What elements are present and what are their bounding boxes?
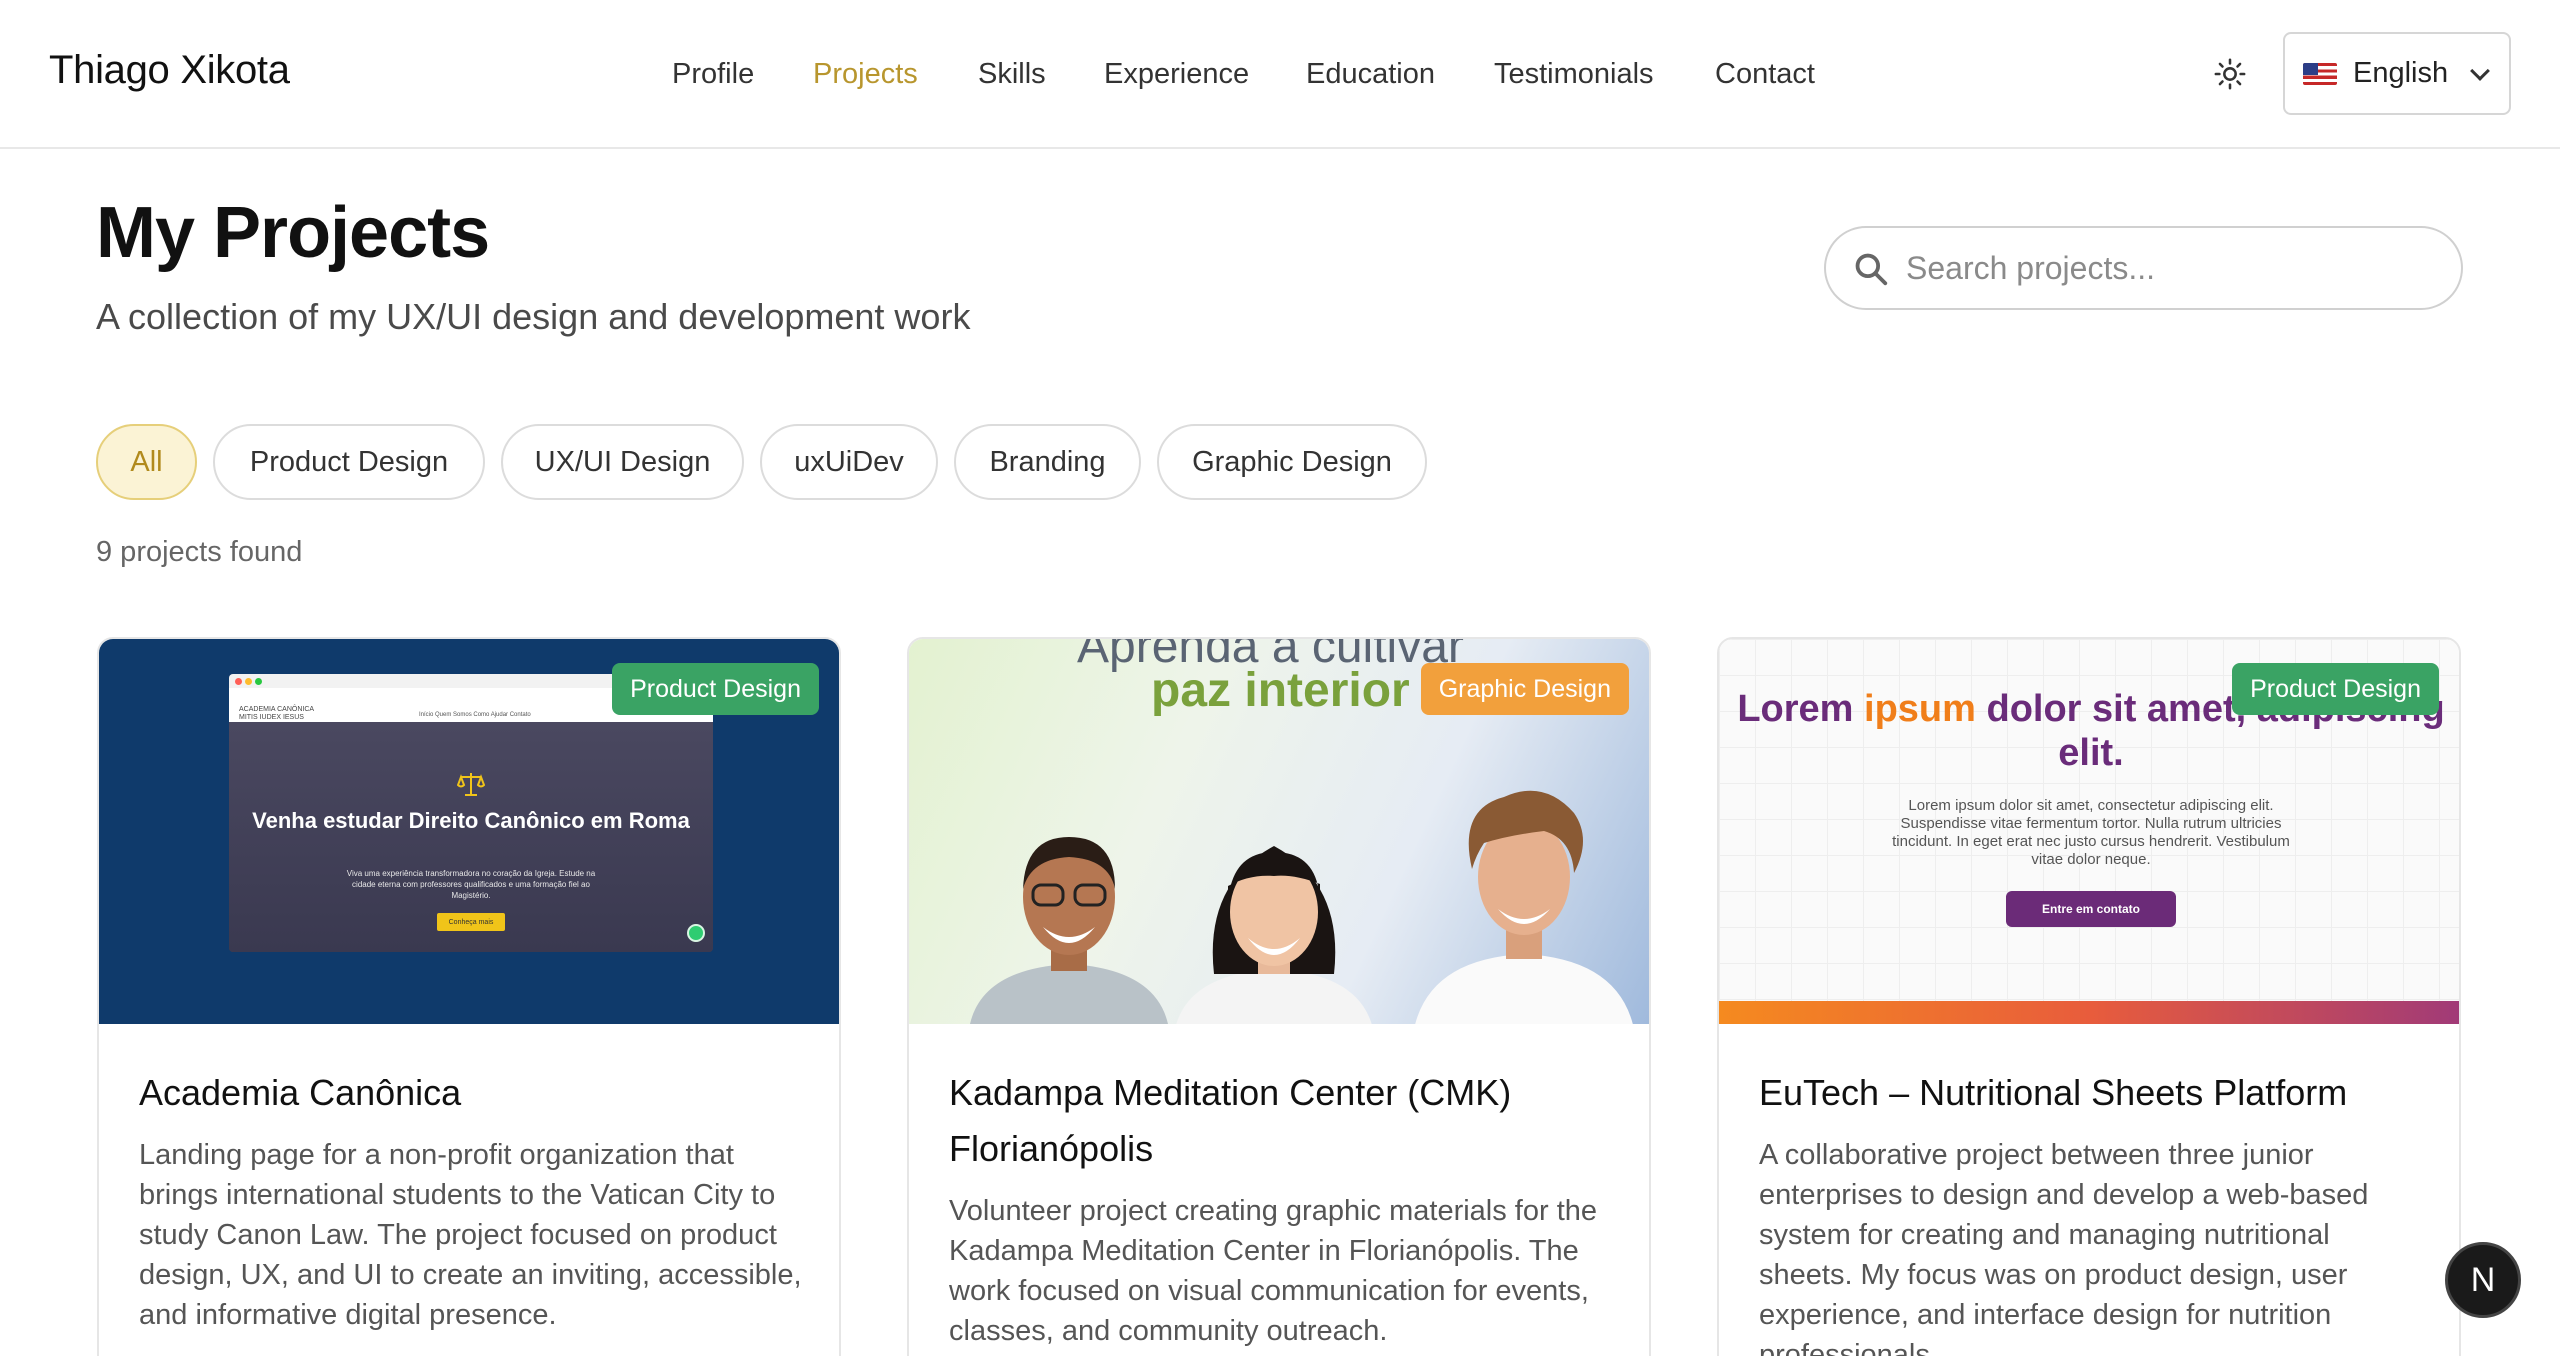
scales-icon <box>457 773 485 796</box>
project-thumbnail: Aprenda a cultivar paz interior Graphic … <box>909 639 1649 1024</box>
language-label: English <box>2353 57 2449 89</box>
filter-branding[interactable]: Branding <box>954 424 1141 500</box>
project-description: Landing page for a non-profit organizati… <box>139 1139 802 1331</box>
preview-heading: Venha estudar Direito Canônico em Roma <box>252 808 690 833</box>
person-photo <box>970 837 1168 1024</box>
nav-item-testimonials[interactable]: Testimonials <box>1494 58 1654 91</box>
category-badge: Product Design <box>2232 663 2439 715</box>
filter-graphic-design[interactable]: Graphic Design <box>1157 424 1427 500</box>
project-card-academia-canonica[interactable]: ACADEMIA CANÔNICA MITIS IUDEX IESUS Iníc… <box>97 637 841 1356</box>
filter-product-design[interactable]: Product Design <box>213 424 485 500</box>
preview-button: Entre em contato <box>2006 891 2176 927</box>
chevron-down-icon <box>2470 61 2490 81</box>
main-nav: Profile Projects Skills Experience Educa… <box>0 0 2560 149</box>
project-thumbnail: Lorem ipsum dolor sit amet, adipiscing e… <box>1719 639 2459 1024</box>
project-thumbnail: ACADEMIA CANÔNICA MITIS IUDEX IESUS Iníc… <box>99 639 839 1024</box>
person-photo <box>1176 846 1372 1024</box>
filter-uxuidev[interactable]: uxUiDev <box>760 424 938 500</box>
project-title: Kadampa Meditation Center (CMK) Florianó… <box>949 1072 1512 1169</box>
project-card-eutech[interactable]: Lorem ipsum dolor sit amet, adipiscing e… <box>1717 637 2461 1356</box>
results-count: 9 projects found <box>96 536 303 568</box>
project-description: A collaborative project between three ju… <box>1759 1139 2369 1356</box>
site-header: Thiago Xikota Profile Projects Skills Ex… <box>0 0 2560 149</box>
page-title: My Projects <box>96 193 490 273</box>
filter-all[interactable]: All <box>96 424 197 500</box>
project-title: Academia Canônica <box>139 1072 462 1113</box>
us-flag-icon <box>2303 62 2337 85</box>
search-input[interactable] <box>1906 249 2426 287</box>
nav-item-contact[interactable]: Contact <box>1715 58 1815 91</box>
page-subtitle: A collection of my UX/UI design and deve… <box>96 296 971 337</box>
sun-icon <box>2214 58 2246 90</box>
nav-item-profile[interactable]: Profile <box>672 58 754 91</box>
person-photo <box>1415 790 1633 1024</box>
filter-ux-ui-design[interactable]: UX/UI Design <box>501 424 744 500</box>
nav-item-experience[interactable]: Experience <box>1104 58 1249 91</box>
preview-button: Conheça mais <box>437 913 505 931</box>
preview-gradient-strip <box>1719 1001 2459 1024</box>
search-icon <box>1852 250 1890 288</box>
preview-logo: ACADEMIA CANÔNICA MITIS IUDEX IESUS <box>239 706 315 721</box>
project-title: EuTech – Nutritional Sheets Platform <box>1759 1072 2348 1113</box>
preview-nav-links: Início Quem Somos Como Ajudar Contato <box>419 712 531 718</box>
preview-text: Lorem ipsum dolor sit amet, consectetur … <box>1892 797 2290 868</box>
whatsapp-icon <box>687 924 705 942</box>
nextjs-dev-button[interactable]: N <box>2445 1242 2521 1318</box>
nav-item-projects[interactable]: Projects <box>813 58 918 91</box>
category-badge: Graphic Design <box>1420 663 1629 715</box>
nav-item-education[interactable]: Education <box>1306 58 1435 91</box>
search-box <box>1824 226 2463 310</box>
project-card-kadampa[interactable]: Aprenda a cultivar paz interior Graphic … <box>907 637 1651 1356</box>
theme-toggle-button[interactable] <box>2208 52 2252 96</box>
project-description: Volunteer project creating graphic mater… <box>949 1195 1598 1347</box>
website-preview: ACADEMIA CANÔNICA MITIS IUDEX IESUS Iníc… <box>229 674 713 952</box>
category-badge: Product Design <box>612 663 819 715</box>
nav-item-skills[interactable]: Skills <box>978 58 1046 91</box>
language-select[interactable]: English <box>2283 32 2511 115</box>
preview-text: Viva uma experiência transformadora no c… <box>346 869 596 900</box>
preview-line-2: paz interior <box>1151 664 1410 717</box>
